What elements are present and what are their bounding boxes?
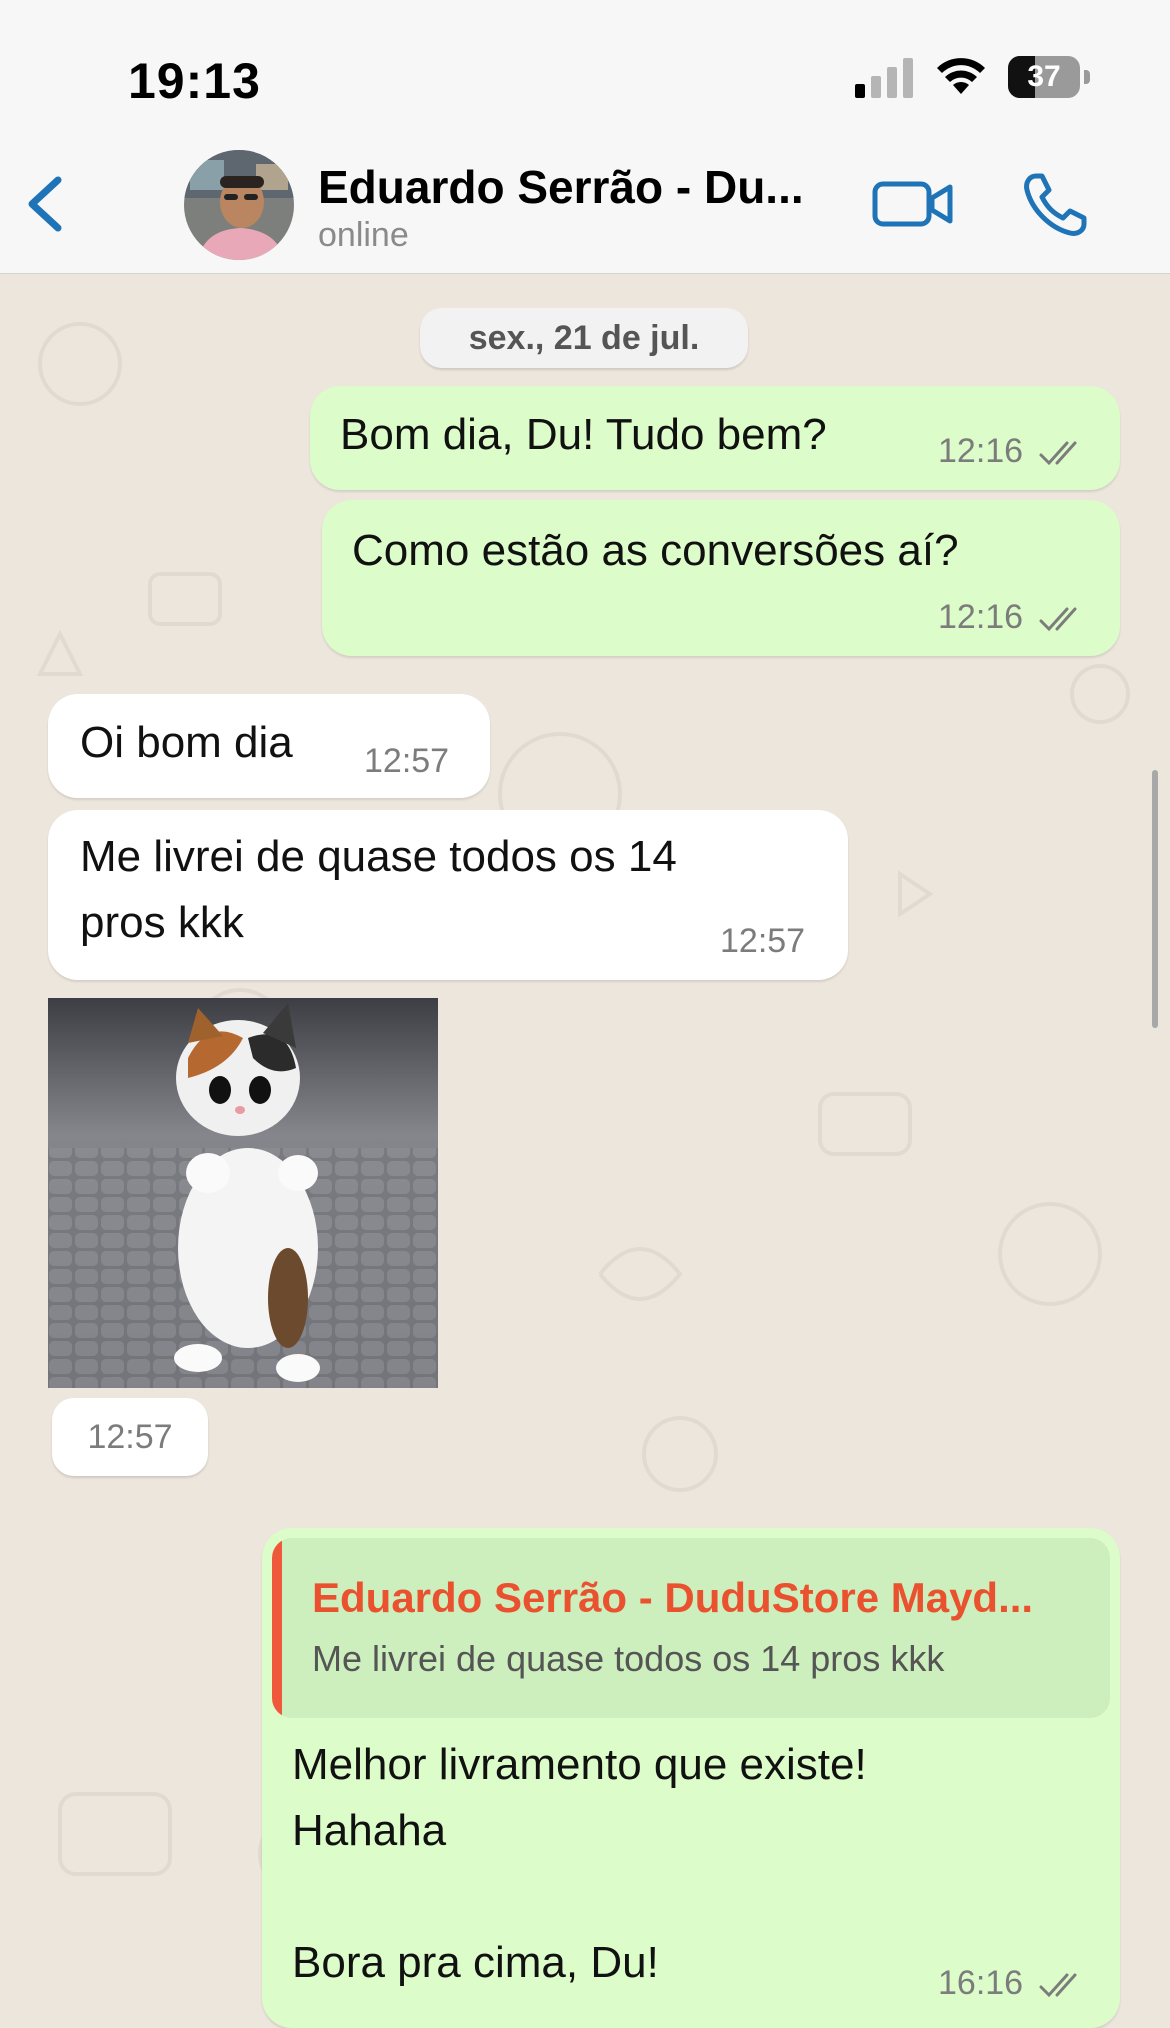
contact-name[interactable]: Eduardo Serrão - Du...: [318, 160, 828, 214]
chat-header: 19:13 37 Eduardo Serrão - Du... online: [0, 0, 1170, 274]
message-meta: 12:16: [938, 598, 1087, 637]
message-time: 12:16: [938, 432, 1024, 470]
quoted-message[interactable]: Eduardo Serrão - DuduStore Mayd... Me li…: [272, 1538, 1110, 1718]
quote-accent-bar: [272, 1538, 282, 1718]
battery-icon: 37: [1008, 56, 1090, 100]
message-text: Como estão as conversões aí?: [352, 526, 959, 575]
message-time: 12:16: [938, 598, 1024, 636]
message-text-line: Bora pra cima, Du!: [292, 1938, 659, 1987]
video-camera-icon[interactable]: [872, 178, 954, 230]
message-meta: 12:16: [938, 432, 1087, 471]
message-time: 12:57: [364, 742, 450, 780]
cat-sticker-image[interactable]: [48, 998, 438, 1388]
message-text: Bom dia, Du! Tudo bem?: [340, 410, 827, 459]
message-time: 12:57: [720, 922, 806, 960]
wifi-icon: [937, 58, 985, 94]
cellular-signal-icon: [855, 58, 913, 98]
message-text-line: Melhor livramento que existe!: [292, 1740, 867, 1789]
message-text-line: Hahaha: [292, 1806, 447, 1855]
sticker-time: 12:57: [52, 1398, 208, 1476]
message-time: 16:16: [938, 1964, 1024, 2002]
quoted-author: Eduardo Serrão - DuduStore Mayd...: [312, 1574, 1034, 1621]
chat-scrollbar[interactable]: [1152, 770, 1158, 1028]
phone-icon[interactable]: [1020, 170, 1090, 240]
back-chevron-icon[interactable]: [18, 172, 74, 236]
read-ticks-icon: [1039, 441, 1077, 466]
message-text-line: Me livrei de quase todos os 14: [80, 832, 677, 881]
message-text-line: pros kkk: [80, 898, 244, 947]
read-ticks-icon: [1039, 607, 1077, 632]
date-separator: sex., 21 de jul.: [420, 308, 748, 368]
quoted-text: Me livrei de quase todos os 14 pros kkk: [312, 1638, 945, 1679]
contact-avatar[interactable]: [184, 150, 294, 260]
message-text: Oi bom dia: [80, 718, 293, 767]
status-bar-time: 19:13: [128, 53, 261, 109]
contact-status: online: [318, 216, 409, 254]
battery-percent: 37: [1027, 60, 1061, 93]
read-ticks-icon: [1039, 1973, 1077, 1998]
message-meta: 16:16: [938, 1964, 1087, 2003]
